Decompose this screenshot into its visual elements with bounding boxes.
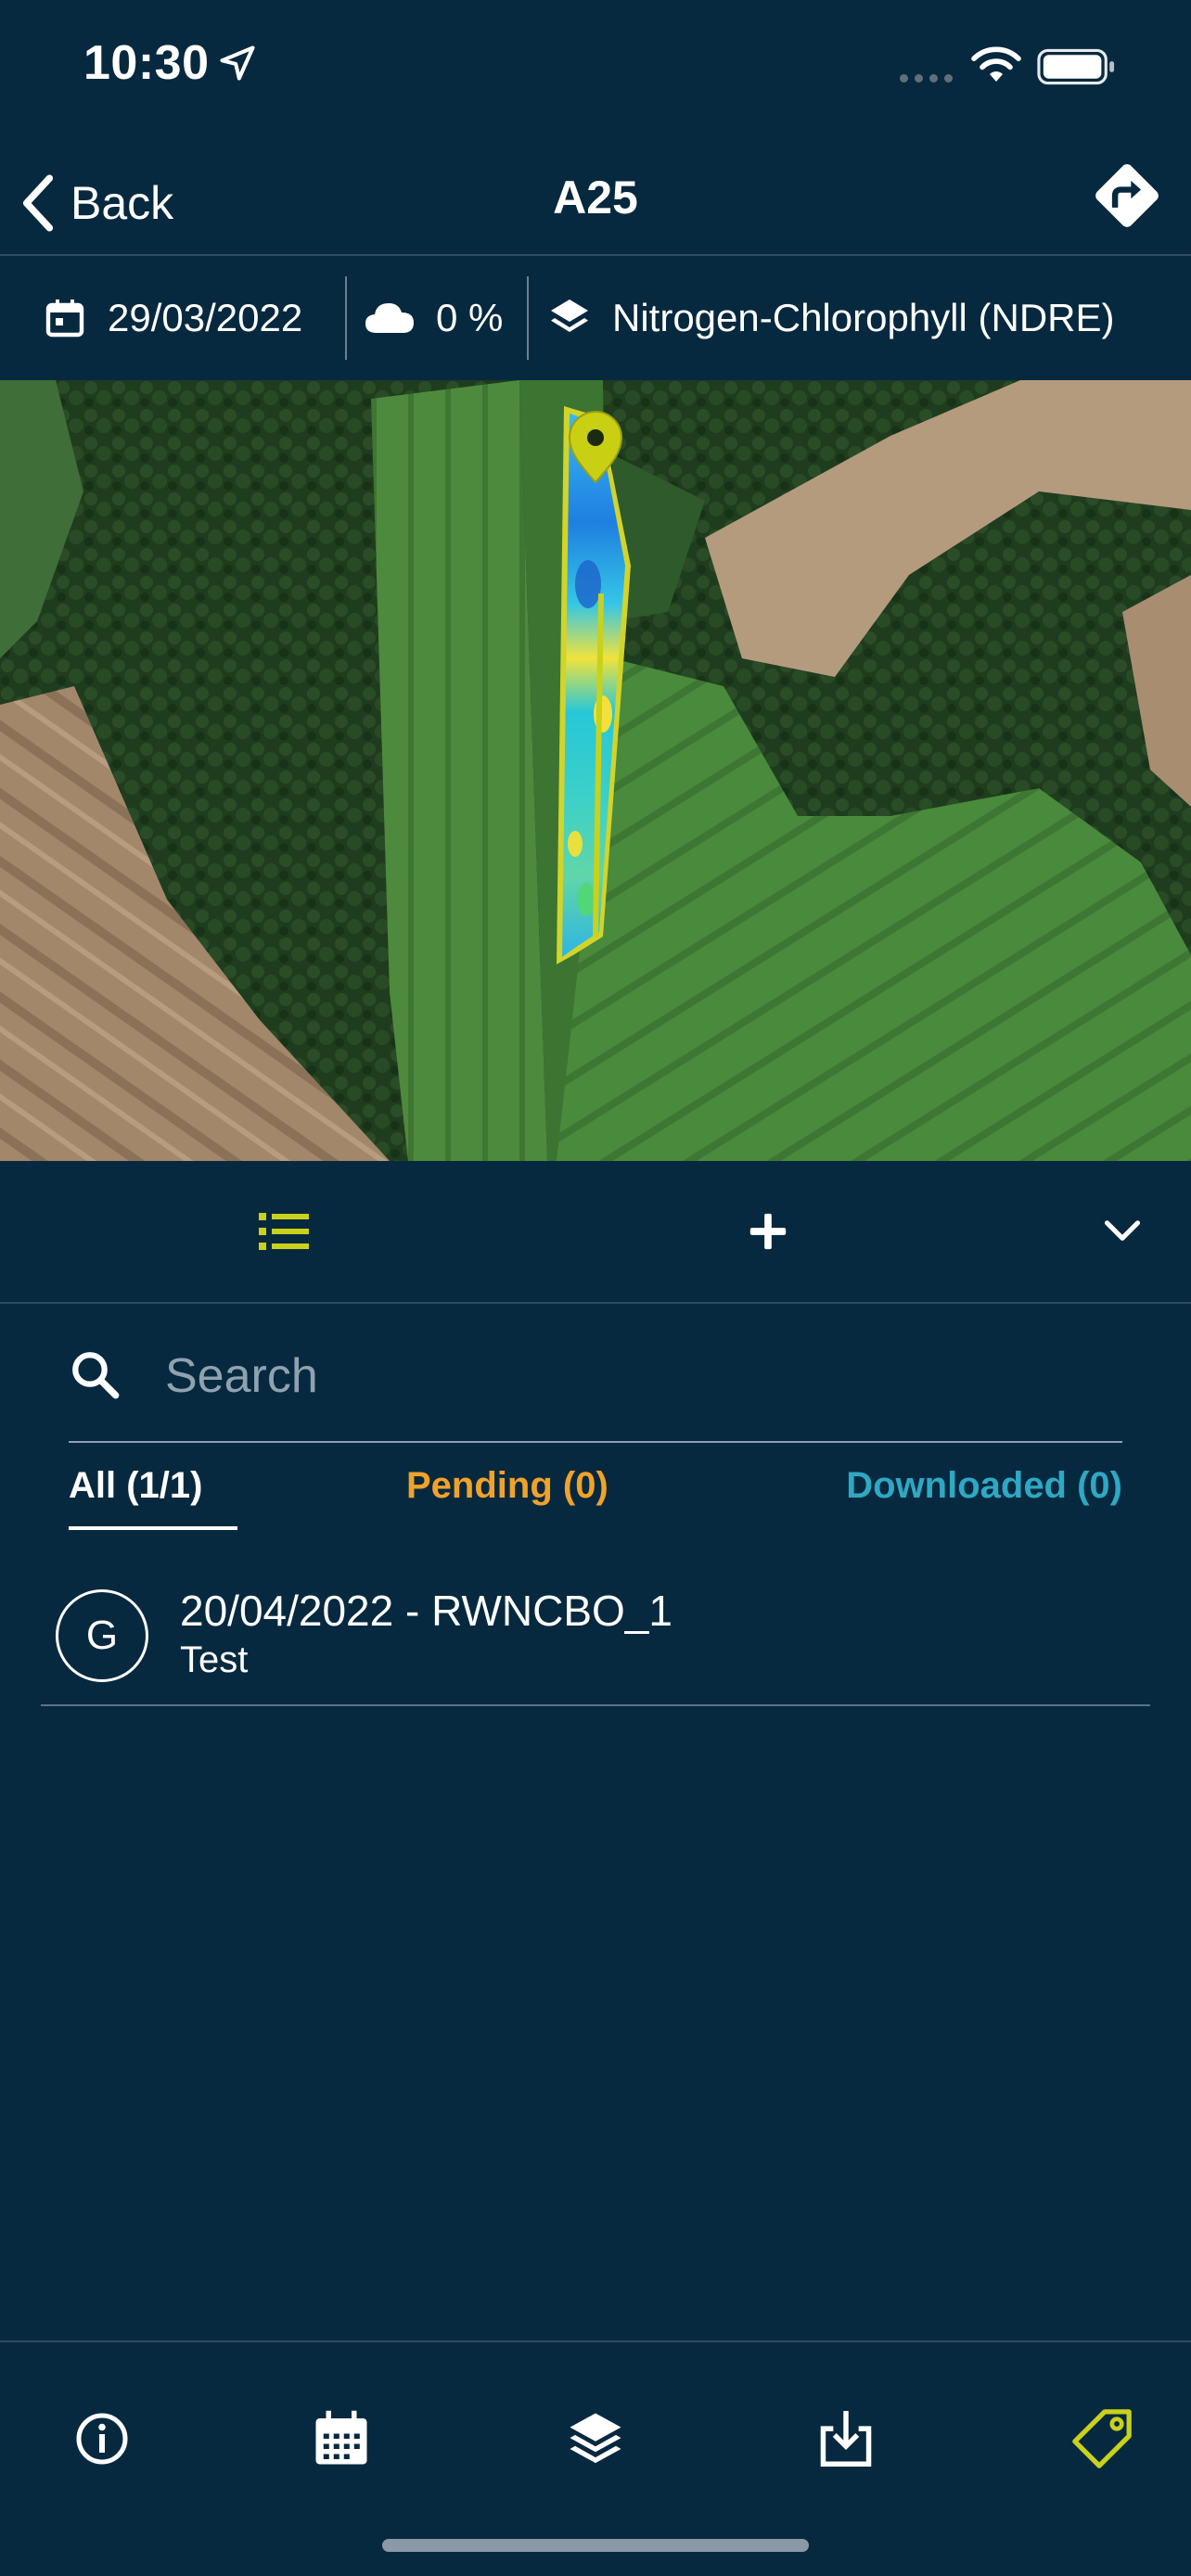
tab-info[interactable] (0, 2383, 204, 2494)
tag-icon (1072, 2409, 1132, 2468)
plus-icon (749, 1213, 787, 1250)
calendar-icon (45, 300, 84, 338)
battery-icon (1037, 48, 1115, 85)
list-view-button[interactable] (250, 1198, 317, 1265)
list-item-subtitle: Test (180, 1639, 249, 1680)
tab-pending[interactable]: Pending (0) (406, 1465, 608, 1532)
filter-bar: 29/03/2022 0 % Nitrogen-Chlorophyll (NDR… (0, 256, 1191, 380)
wifi-icon (971, 46, 1021, 82)
add-button[interactable] (735, 1198, 801, 1265)
cloud-icon (365, 303, 414, 333)
directions-icon[interactable] (1087, 156, 1167, 236)
collapse-button[interactable] (1089, 1198, 1156, 1265)
status-bar: 10:30 (0, 0, 1191, 130)
tab-tags[interactable] (1000, 2383, 1191, 2494)
layer-filter[interactable]: Nitrogen-Chlorophyll (NDRE) (547, 256, 1115, 380)
tab-all-underline (69, 1526, 237, 1530)
layers-icon (570, 2413, 621, 2464)
tab-calendar[interactable] (239, 2383, 443, 2494)
tab-all[interactable]: All (1/1) (69, 1465, 202, 1532)
location-arrow-icon (220, 45, 255, 81)
page-title: A25 (553, 172, 638, 223)
tab-layers[interactable] (493, 2383, 698, 2494)
signal-icon (900, 74, 953, 83)
filter-separator (345, 276, 347, 360)
list-item[interactable]: G 20/04/2022 - RWNCBO_1 Test (41, 1567, 1150, 1706)
home-indicator (382, 2539, 809, 2552)
cloud-cover-value: 0 % (436, 296, 504, 339)
layer-value: Nitrogen-Chlorophyll (NDRE) (612, 296, 1115, 339)
satellite-map[interactable] (0, 380, 1191, 1161)
cloud-filter[interactable]: 0 % (364, 256, 503, 380)
search-input[interactable] (165, 1345, 1093, 1408)
map-toolbar (0, 1161, 1191, 1304)
filter-separator (527, 276, 529, 360)
download-icon (820, 2411, 872, 2467)
list-icon (259, 1213, 309, 1250)
chevron-down-icon (1104, 1220, 1141, 1241)
filter-tabs: All (1/1) Pending (0) Downloaded (0) (69, 1465, 1122, 1532)
search-bar (69, 1317, 1122, 1443)
info-icon (76, 2413, 128, 2465)
status-time: 10:30 (83, 36, 210, 90)
toolbar-divider (0, 1302, 1191, 1304)
navigation-bar: Back A25 (0, 148, 1191, 254)
tab-download[interactable] (744, 2383, 948, 2494)
layers-icon (551, 300, 588, 332)
date-filter[interactable]: 29/03/2022 (43, 256, 302, 380)
search-icon (72, 1352, 120, 1399)
list-item-title: 20/04/2022 - RWNCBO_1 (180, 1587, 672, 1635)
calendar-grid-icon (315, 2410, 367, 2465)
avatar: G (56, 1589, 148, 1682)
date-value: 29/03/2022 (108, 296, 303, 339)
tab-downloaded[interactable]: Downloaded (0) (846, 1465, 1122, 1532)
map-image (0, 380, 1191, 1161)
